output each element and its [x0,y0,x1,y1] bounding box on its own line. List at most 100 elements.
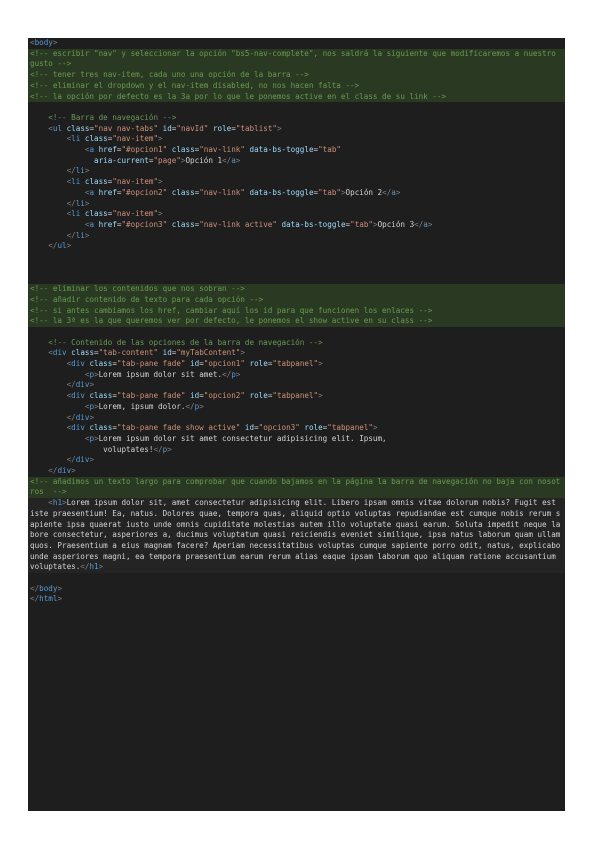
code-line[interactable] [28,263,565,274]
code-token: div [71,391,85,401]
code-token: "tablist" [235,123,277,133]
code-line[interactable]: </div> [28,413,565,424]
code-token: <!-- eliminar los contenidos que nos sob… [30,284,245,294]
code-token: > [167,444,172,454]
code-token: > [427,219,433,229]
code-line[interactable] [28,252,565,263]
code-token: id [190,391,200,401]
code-token: id [190,359,200,369]
code-token: "nav-item" [112,177,159,187]
code-token: "#opcion1" [121,145,168,155]
code-line[interactable]: <a href="#opcion2" class="nav-link" data… [28,188,565,199]
code-token: Lorem ipsum dolor sit amet. [98,369,223,379]
code-line[interactable]: <a href="#opcion3" class="nav-link activ… [28,220,565,231]
code-token: body [39,583,58,593]
code-token: > [84,166,90,176]
code-line[interactable]: </div> [28,380,565,391]
code-line[interactable]: </div> [28,466,565,477]
code-line[interactable]: <li class="nav-item"> [28,134,565,145]
code-line[interactable]: </ul> [28,241,565,252]
code-line[interactable] [28,102,565,113]
code-line[interactable]: <a href="#opcion1" class="nav-link" data… [28,145,565,156]
code-line[interactable]: <body> [28,38,565,49]
comment-line[interactable]: <!-- la opción por defecto es la 3a por … [28,91,565,103]
code-token: href [98,219,117,229]
code-token: id [162,123,172,133]
code-token: > [372,423,378,433]
code-line[interactable] [28,573,565,584]
code-token: h1 [89,562,99,572]
code-line[interactable]: <div class="tab-pane fade" id="opcion1" … [28,359,565,370]
code-token: > [57,583,63,593]
code-line[interactable]: <div class="tab-content" id="myTabConten… [28,348,565,359]
code-line[interactable]: <p>Lorem, ipsum dolor.</p> [28,402,565,413]
code-token: role [304,423,323,433]
code-token: "tab-pane fade show active" [116,423,241,433]
code-token: "tab-content" [98,348,159,358]
code-token: </ [153,444,163,454]
code-token: </ [30,594,40,604]
comment-line[interactable]: <!-- añadir contenido de texto para cada… [28,294,565,306]
code-token: "opcion3" [258,423,300,433]
code-line[interactable] [28,273,565,284]
code-line[interactable] [28,327,565,338]
comment-line[interactable]: <!-- eliminar los contenidos que nos sob… [28,284,565,295]
code-line[interactable]: </li> [28,199,565,210]
code-token: > [84,198,90,208]
code-line[interactable]: <!-- Barra de navegación --> [28,113,565,124]
code-token: "tabpanel" [327,423,373,433]
code-line[interactable]: </li> [28,231,565,242]
code-token: class [171,145,195,155]
code-line[interactable]: <ul class="nav nav-tabs" id="navId" role… [28,124,565,135]
code-token: "tab" [318,187,341,197]
code-line[interactable]: <h1>Lorem ipsum dolor sit, amet consecte… [28,498,565,574]
code-line[interactable]: </html> [28,594,565,605]
code-token: > [84,230,90,240]
code-line[interactable]: aria-current="page">Opción 1</a> [28,156,565,167]
code-line[interactable]: <!-- Contenido de las opciones de la bar… [28,338,565,349]
code-line[interactable]: <li class="nav-item"> [28,209,565,220]
code-token: </ [382,187,392,197]
code-line[interactable]: <div class="tab-pane fade show active" i… [28,423,565,434]
code-line[interactable]: voluptates!</p> [28,445,565,456]
code-token: id [244,423,255,433]
code-token: </ [66,198,76,208]
comment-line[interactable]: <!-- la 3ª es la que queremos ver por de… [28,316,565,327]
code-token: role [249,359,268,369]
code-editor[interactable]: <body> <!-- escribir "nav" y seleccionar … [28,38,565,811]
comment-line[interactable]: <!-- añadimos un texto largo para compro… [28,476,565,499]
code-token: "page" [153,155,181,165]
comment-line[interactable]: <!-- si antes cambiamos los href, cambia… [28,305,565,317]
code-token: class [66,123,90,133]
code-token: class [71,348,95,358]
code-line[interactable]: <li class="nav-item"> [28,177,565,188]
code-token: "nav-link" [199,145,245,155]
code-token: class [84,177,108,187]
code-token: <!-- eliminar el dropdown y el nav-item … [30,80,360,90]
code-line[interactable]: </li> [28,166,565,177]
code-token: <!-- escribir "nav" y seleccionar la opc… [30,48,561,69]
comment-line[interactable]: <!-- eliminar el dropdown y el nav-item … [28,80,565,92]
comment-line[interactable]: <!-- escribir "nav" y seleccionar la opc… [28,48,565,71]
code-token: </ [66,380,76,390]
code-token: li [75,230,85,240]
code-token: href [98,187,117,197]
code-token: "nav-item" [112,209,159,219]
code-token: "tab-pane fade" [116,391,186,401]
code-token: div [75,412,90,422]
code-line[interactable]: <p>Lorem ipsum dolor sit amet.</p> [28,370,565,381]
code-token: class [89,391,113,401]
code-line[interactable]: </body> [28,584,565,595]
code-line[interactable]: <div class="tab-pane fade" id="opcion2" … [28,391,565,402]
code-line[interactable]: <p>Lorem ipsum dolor sit amet consectetu… [28,434,565,445]
code-token: </ [222,369,232,379]
code-line[interactable]: </div> [28,455,565,466]
code-token: class [171,219,195,229]
code-token: class [84,134,108,144]
comment-line[interactable]: <!-- tener tres nav-item, cada uno una o… [28,70,565,81]
code-token: data-bs-toggle [249,145,314,155]
code-token: "myTabContent" [176,348,241,358]
